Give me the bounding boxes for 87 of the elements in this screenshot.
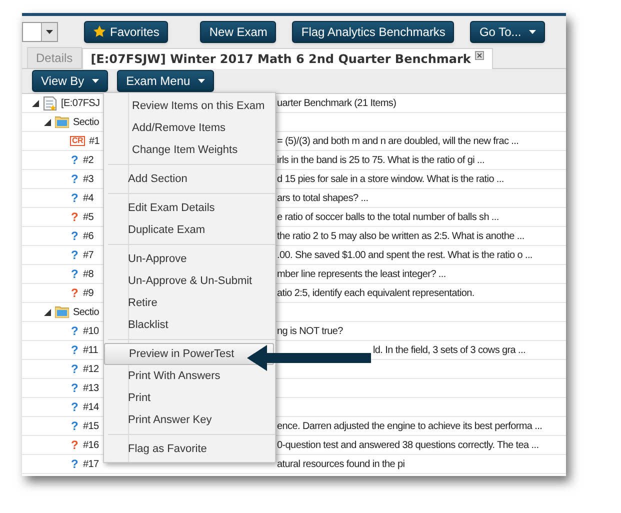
menu-item[interactable]: Print	[104, 387, 275, 409]
item-text: uarter Benchmark (21 Items)	[277, 96, 396, 110]
expand-toggle-icon[interactable]	[44, 308, 51, 316]
menu-item[interactable]: Preview in PowerTest	[104, 343, 274, 365]
question-mark-icon: ?	[70, 192, 79, 204]
item-text: .00. She saved $1.00 and spent the rest. What is the ratio o ...	[277, 248, 532, 262]
menu-item[interactable]: Add Section	[104, 168, 275, 190]
constructed-response-icon: CR	[70, 136, 85, 146]
item-text: ng is NOT true?	[277, 324, 343, 338]
item-text: d 15 pies for sale in a store window. What is the ratio ...	[277, 172, 504, 186]
folder-icon	[55, 306, 69, 318]
expand-toggle-icon[interactable]	[32, 100, 39, 106]
toolbar-button[interactable]: New Exam	[200, 20, 276, 42]
folder-icon	[55, 116, 69, 128]
tree-label[interactable]: #4	[83, 190, 94, 206]
item-text: = (5)/(3) and both m and n are doubled, will the new frac ...	[277, 134, 519, 148]
tree-label[interactable]: #13	[83, 380, 99, 396]
tree-label[interactable]: #16	[83, 438, 99, 452]
menu-item[interactable]: Un-Approve & Un-Submit	[104, 270, 275, 292]
question-mark-icon: ?	[70, 154, 79, 166]
menu-button[interactable]: Exam Menu	[117, 70, 214, 92]
question-mark-icon: ?	[70, 458, 79, 470]
close-icon[interactable]	[474, 50, 484, 60]
item-text: mber line represents the least integer? ...	[277, 268, 446, 282]
menu-item[interactable]: Blacklist	[104, 314, 275, 336]
caret-icon	[92, 79, 100, 83]
menu-item[interactable]: Retire	[104, 292, 275, 314]
question-mark-icon: ?	[70, 344, 79, 356]
question-mark-icon: ?	[70, 363, 79, 375]
tree-label[interactable]: #6	[83, 228, 94, 244]
tree-label[interactable]: #12	[83, 362, 99, 376]
toolbar-button[interactable]: Flag Analytics Benchmarks	[292, 20, 454, 42]
dropdown-field[interactable]	[22, 22, 58, 42]
question-mark-icon: ?	[70, 439, 79, 451]
tree-label[interactable]: #2	[83, 152, 94, 168]
tree-label[interactable]: Sectio	[73, 304, 99, 320]
star-icon	[93, 25, 106, 38]
tree-label[interactable]: #9	[83, 286, 94, 300]
menu-item[interactable]: Flag as Favorite	[104, 438, 275, 460]
tree-label[interactable]: [E:07FSJ	[61, 96, 100, 110]
tree-label[interactable]: #7	[83, 248, 94, 262]
item-text: ence. Darren adjusted the engine to achieve its best performa ...	[277, 420, 542, 434]
document-icon	[43, 96, 57, 110]
menu-item[interactable]: Edit Exam Details	[104, 197, 275, 219]
question-mark-icon: ?	[70, 325, 79, 337]
tree-label[interactable]: #3	[83, 172, 94, 186]
menu-item[interactable]: Review Items on this Exam	[104, 95, 275, 117]
caret-icon	[529, 30, 536, 34]
menu-item[interactable]: Print Answer Key	[104, 409, 275, 431]
item-text: 0-question test and answered 38 questions correctly. The tea ...	[277, 438, 539, 452]
question-mark-icon: ?	[70, 287, 79, 299]
question-mark-icon: ?	[70, 211, 79, 223]
toolbar-button[interactable]: Go To...	[470, 20, 546, 42]
tree-label[interactable]: #15	[83, 418, 99, 434]
menu-item[interactable]: Print With Answers	[104, 365, 275, 387]
menu-button[interactable]: View By	[32, 70, 108, 92]
tree-label[interactable]: #1	[88, 134, 100, 148]
tree-label[interactable]: #8	[83, 266, 94, 282]
item-text: the ratio 2 to 5 may also be written as 2:5. What is anothe ...	[277, 230, 524, 244]
tree-label[interactable]: #11	[83, 342, 98, 358]
tree-label[interactable]: #5	[83, 210, 94, 224]
tab[interactable]: [E:07FSJW] Winter 2017 Math 6 2nd Quarter Benchmark	[82, 48, 493, 69]
expand-toggle-icon[interactable]	[44, 118, 51, 126]
toolbar-button[interactable]: Favorites	[84, 20, 168, 42]
tree-label[interactable]: #17	[83, 456, 99, 472]
item-text: irls in the band is 25 to 75. What is the ratio of gi ...	[277, 154, 484, 168]
question-mark-icon: ?	[70, 401, 79, 413]
question-mark-icon: ?	[70, 249, 79, 261]
question-mark-icon: ?	[70, 230, 79, 242]
question-mark-icon: ?	[70, 173, 79, 185]
item-text: ld. In the field, 3 sets of 3 cows gra ...	[373, 344, 526, 358]
item-text: ars to total shapes? ...	[277, 192, 368, 206]
item-text: atural resources found in the pi	[277, 458, 405, 472]
tree-label[interactable]: #10	[83, 324, 99, 338]
item-text: e ratio of soccer balls to the total number of balls sh ...	[277, 210, 499, 224]
caret-icon	[46, 30, 53, 34]
item-text: atio 2:5, identify each equivalent representation.	[277, 286, 474, 300]
menu-item[interactable]: Un-Approve	[104, 248, 275, 270]
question-mark-icon: ?	[70, 268, 79, 280]
question-mark-icon: ?	[70, 420, 79, 432]
menu-item[interactable]: Change Item Weights	[104, 139, 275, 161]
tree-label[interactable]: #14	[83, 400, 99, 414]
menu-item[interactable]: Add/Remove Items	[104, 117, 275, 139]
caret-icon	[198, 79, 206, 83]
question-mark-icon: ?	[70, 382, 79, 394]
tree-label[interactable]: Sectio	[73, 114, 99, 130]
menu-item[interactable]: Duplicate Exam	[104, 219, 275, 241]
